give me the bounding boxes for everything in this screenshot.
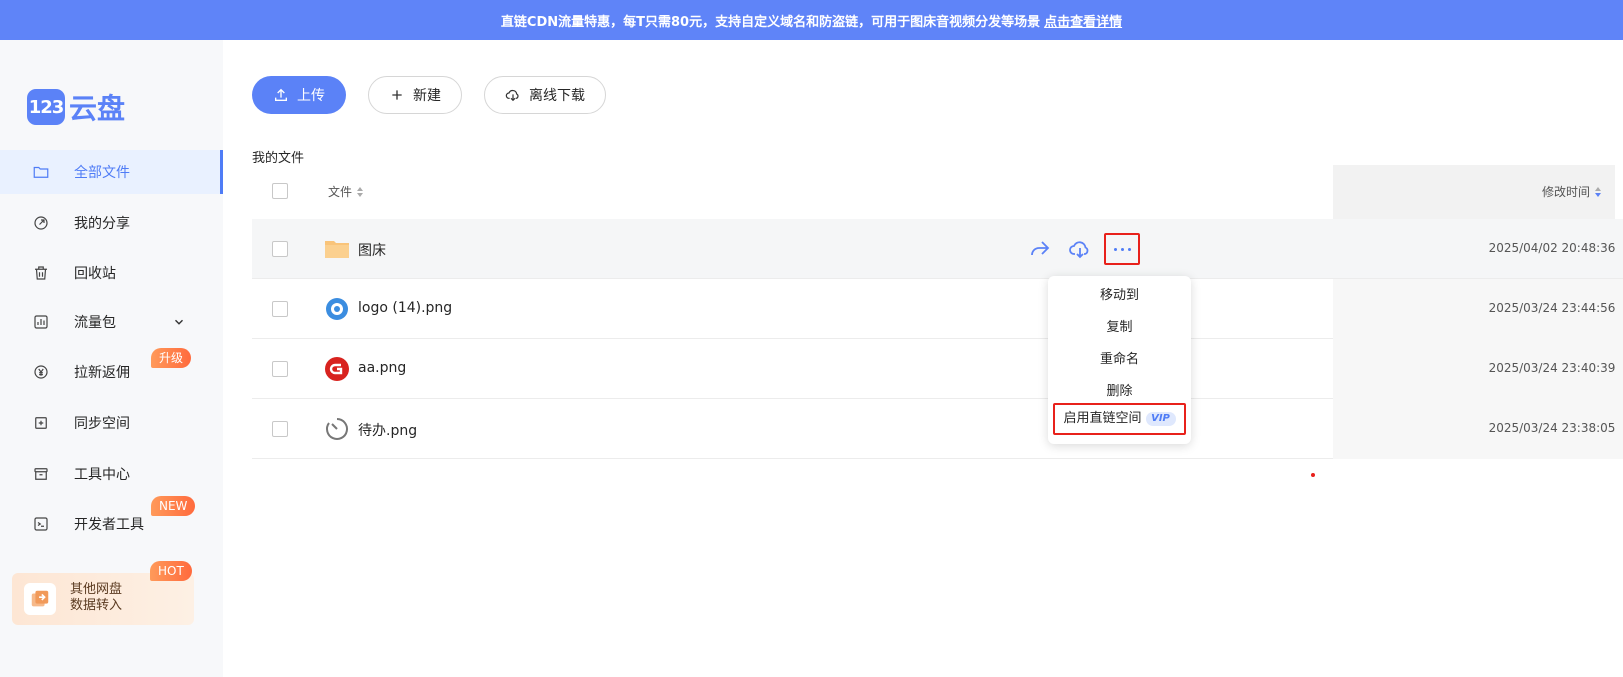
direct-link-label: 启用直链空间: [1063, 411, 1142, 426]
folder-icon: [33, 166, 49, 178]
gear-logo-icon: [326, 298, 348, 320]
yen-icon: [34, 365, 48, 379]
table-row[interactable]: 图床 2025/04/02 20:48:36: [252, 219, 1623, 279]
import-icon: [24, 583, 56, 615]
row-checkbox[interactable]: [272, 421, 288, 437]
table-row[interactable]: logo (14).png 2025/03/24 23:44:56: [252, 279, 1623, 339]
file-modified-time: 2025/03/24 23:38:05: [1488, 421, 1616, 435]
upload-button[interactable]: 上传: [252, 76, 346, 114]
cursor-dot: [1311, 473, 1315, 477]
file-name[interactable]: 图床: [358, 240, 386, 260]
row-checkbox[interactable]: [272, 301, 288, 317]
toolbox-icon: [34, 468, 48, 480]
banner-text: 直链CDN流量特惠，每T只需80元，支持自定义域名和防盗链，可用于图床音视频分发…: [500, 14, 1041, 30]
sidebar-item-recycle-bin[interactable]: 回收站: [0, 251, 223, 295]
sidebar-item-all-files[interactable]: 全部文件: [0, 150, 223, 194]
menu-item-rename[interactable]: 重命名: [1048, 344, 1191, 376]
g-logo-icon: [325, 357, 349, 381]
sync-icon: [35, 417, 47, 429]
offline-download-label: 离线下载: [529, 88, 585, 104]
share-icon[interactable]: [1028, 237, 1052, 261]
data-import-promo[interactable]: 其他网盘 数据转入 HOT: [12, 561, 194, 625]
sidebar-item-label: 我的分享: [74, 216, 130, 232]
chevron-down-icon[interactable]: [172, 315, 186, 329]
new-button[interactable]: 新建: [368, 76, 462, 114]
table-header: 文件 修改时间: [252, 165, 1623, 219]
menu-item-enable-direct-link[interactable]: 启用直链空间 VIP: [1053, 403, 1186, 435]
sidebar-item-traffic-package[interactable]: 流量包: [0, 300, 223, 344]
upload-icon: [275, 88, 287, 101]
file-column-label: 文件: [328, 185, 353, 199]
context-menu: 移动到 复制 重命名 删除 启用直链空间 VIP: [1048, 276, 1191, 444]
row-checkbox[interactable]: [272, 241, 288, 257]
table-row[interactable]: aa.png 2025/03/24 23:40:39: [252, 339, 1623, 399]
upgrade-badge: 升级: [151, 348, 192, 368]
folder-icon: [325, 241, 349, 258]
banner-details-link[interactable]: 点击查看详情: [1044, 11, 1122, 30]
promo-line-2: 数据转入: [70, 598, 123, 613]
menu-item-copy[interactable]: 复制: [1048, 312, 1191, 344]
trash-icon: [35, 266, 47, 280]
sidebar-item-referral[interactable]: 拉新返佣 升级: [0, 348, 223, 394]
menu-item-move[interactable]: 移动到: [1048, 280, 1191, 312]
upload-label: 上传: [297, 88, 325, 104]
hot-badge: HOT: [150, 561, 192, 581]
sidebar-item-tool-center[interactable]: 工具中心: [0, 452, 223, 496]
sidebar-item-label: 拉新返佣: [74, 365, 130, 381]
time-column-label: 修改时间: [1541, 185, 1590, 199]
vip-badge: VIP: [1145, 411, 1176, 426]
sidebar-item-label: 工具中心: [74, 467, 130, 483]
timer-icon: [326, 418, 348, 440]
row-checkbox[interactable]: [272, 361, 288, 377]
logo-text: 云盘: [69, 92, 126, 125]
chart-icon: [34, 315, 48, 329]
more-actions-button[interactable]: [1104, 233, 1140, 265]
terminal-icon: [34, 517, 48, 531]
sidebar-item-label: 回收站: [74, 266, 116, 282]
file-column-header[interactable]: 文件: [328, 183, 364, 200]
sort-icon: [1595, 186, 1601, 197]
sidebar: 123 云盘 全部文件 我的分享 回收站 流量包 拉新返佣 升级 同步空间 工具…: [0, 40, 223, 677]
sidebar-item-my-shares[interactable]: 我的分享: [0, 201, 223, 245]
file-name[interactable]: aa.png: [358, 360, 406, 376]
sidebar-item-developer-tools[interactable]: 开发者工具 NEW: [0, 496, 223, 546]
file-modified-time: 2025/03/24 23:40:39: [1488, 361, 1616, 375]
plus-icon: [392, 90, 402, 100]
share-icon: [34, 216, 48, 230]
offline-download-button[interactable]: 离线下载: [484, 76, 606, 114]
logo-mark: 123: [27, 89, 65, 125]
file-name[interactable]: logo (14).png: [358, 300, 452, 316]
sidebar-item-label: 同步空间: [74, 416, 130, 432]
sidebar-item-label: 全部文件: [74, 165, 130, 181]
select-all-checkbox[interactable]: [272, 183, 288, 199]
sidebar-item-label: 流量包: [74, 315, 116, 331]
new-label: 新建: [413, 88, 441, 104]
new-badge: NEW: [151, 496, 196, 516]
promo-line-1: 其他网盘: [70, 582, 123, 597]
sort-icon: [357, 186, 364, 197]
download-icon[interactable]: [1068, 237, 1092, 261]
file-name[interactable]: 待办.png: [358, 420, 417, 440]
promo-banner: 直链CDN流量特惠，每T只需80元，支持自定义域名和防盗链，可用于图床音视频分发…: [0, 0, 1623, 40]
app-logo[interactable]: 123 云盘: [27, 87, 125, 127]
section-title: 我的文件: [252, 151, 305, 166]
sidebar-item-label: 开发者工具: [74, 517, 144, 533]
cloud-download-icon: [505, 89, 519, 102]
file-modified-time: 2025/04/02 20:48:36: [1488, 241, 1616, 255]
time-column-header[interactable]: 修改时间: [1432, 183, 1623, 200]
sidebar-item-sync-space[interactable]: 同步空间: [0, 401, 223, 445]
file-modified-time: 2025/03/24 23:44:56: [1488, 301, 1616, 315]
table-row[interactable]: 待办.png 2025/03/24 23:38:05: [252, 399, 1623, 459]
